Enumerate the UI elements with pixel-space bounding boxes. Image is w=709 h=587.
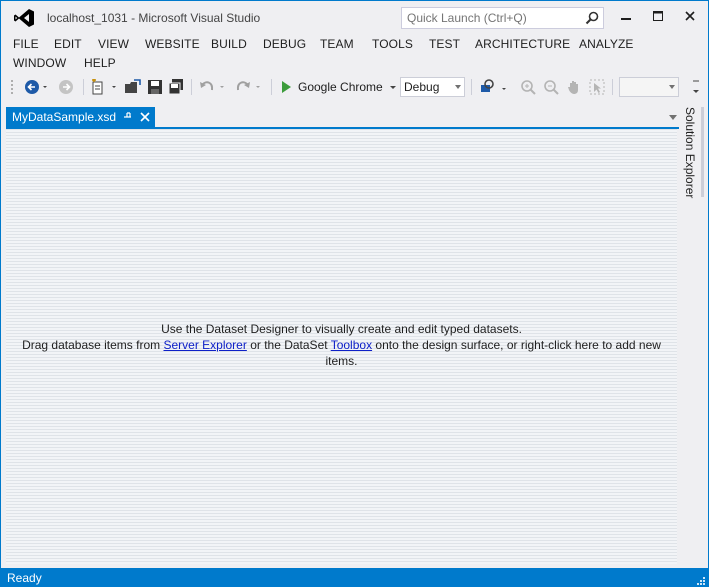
- dataset-designer-surface[interactable]: Use the Dataset Designer to visually cre…: [6, 129, 677, 564]
- navigate-forward-button[interactable]: [57, 77, 75, 97]
- toolbar-overflow-button[interactable]: [691, 77, 701, 97]
- designer-instructions: Use the Dataset Designer to visually cre…: [16, 321, 667, 369]
- dropdown-arrow-icon: [455, 85, 461, 89]
- tab-mydatasample-xsd[interactable]: MyDataSample.xsd: [6, 107, 155, 127]
- maximize-button[interactable]: [645, 5, 671, 27]
- menu-tools[interactable]: TOOLS: [372, 35, 413, 53]
- pointer-icon: [589, 79, 605, 95]
- menu-analyze[interactable]: ANALYZE: [579, 35, 634, 53]
- undo-button[interactable]: [197, 77, 229, 97]
- designer-text-b: or the DataSet: [246, 338, 331, 352]
- resize-grip-icon[interactable]: [696, 576, 706, 586]
- designer-text-a: Drag database items from: [22, 338, 164, 352]
- save-all-icon: [168, 79, 183, 95]
- vs-window: localhost_1031 - Microsoft Visual Studio…: [0, 0, 709, 587]
- hand-icon: [568, 81, 578, 94]
- search-icon[interactable]: [585, 11, 599, 25]
- select-pointer-button[interactable]: [588, 77, 606, 97]
- solution-configuration-select[interactable]: Debug: [400, 77, 465, 97]
- undo-icon: [200, 81, 224, 91]
- quick-launch-box[interactable]: [401, 7, 604, 29]
- open-file-button[interactable]: [123, 77, 143, 97]
- tab-label: MyDataSample.xsd: [12, 110, 117, 124]
- menu-architecture[interactable]: ARCHITECTURE: [475, 35, 570, 53]
- menu-file[interactable]: FILE: [13, 35, 39, 53]
- quick-launch-input[interactable]: [402, 8, 577, 28]
- menu-window[interactable]: WINDOW: [13, 54, 66, 72]
- standard-toolbar: Google Chrome Debug: [1, 73, 708, 101]
- redo-button[interactable]: [233, 77, 265, 97]
- title-bar: localhost_1031 - Microsoft Visual Studio: [1, 1, 708, 33]
- designer-line-2: Drag database items from Server Explorer…: [16, 337, 667, 369]
- status-bar: Ready: [1, 568, 708, 587]
- toolbar-separator: [191, 79, 192, 95]
- redo-icon: [236, 81, 260, 91]
- open-folder-icon: [125, 79, 141, 93]
- toolbar-separator: [612, 79, 613, 95]
- close-window-button[interactable]: [677, 5, 703, 27]
- save-button[interactable]: [146, 77, 164, 97]
- server-explorer-link[interactable]: Server Explorer: [163, 338, 246, 352]
- menu-help[interactable]: HELP: [84, 54, 116, 72]
- toolbar-separator: [471, 79, 472, 95]
- menu-view[interactable]: VIEW: [98, 35, 129, 53]
- find-in-files-button[interactable]: [477, 77, 511, 97]
- visual-studio-logo-icon: [14, 9, 34, 27]
- close-window-icon: [685, 11, 695, 21]
- dropdown-arrow-icon: [669, 85, 675, 89]
- menu-team[interactable]: TEAM: [320, 35, 354, 53]
- zoom-out-icon: [544, 80, 559, 95]
- start-debugging-button[interactable]: Google Chrome: [279, 77, 398, 97]
- solution-explorer-tab[interactable]: Solution Explorer: [681, 107, 703, 207]
- designer-line-1: Use the Dataset Designer to visually cre…: [161, 322, 522, 336]
- save-icon: [148, 80, 162, 94]
- navigate-back-button[interactable]: [23, 77, 49, 97]
- toolbar-separator: [271, 79, 272, 95]
- minimize-icon: [621, 18, 631, 20]
- save-all-button[interactable]: [167, 77, 185, 97]
- designer-text-c: onto the design surface, or right-click …: [325, 338, 661, 368]
- back-arrow-icon: [25, 80, 47, 94]
- side-panel-indicator: [701, 107, 704, 197]
- toolbox-link[interactable]: Toolbox: [331, 338, 372, 352]
- play-icon: [282, 81, 291, 93]
- pan-button[interactable]: [565, 77, 583, 97]
- zoom-in-icon: [521, 80, 536, 95]
- toolbar-overflow-icon: [693, 80, 699, 93]
- toolbar-separator: [83, 79, 84, 95]
- new-project-icon: [92, 79, 116, 95]
- solution-explorer-label: Solution Explorer: [683, 107, 697, 199]
- find-icon: [481, 79, 506, 92]
- chevron-down-icon[interactable]: [388, 82, 398, 92]
- close-icon[interactable]: [139, 111, 151, 123]
- zoom-in-button[interactable]: [519, 77, 537, 97]
- status-text: Ready: [7, 571, 42, 585]
- document-tab-strip: MyDataSample.xsd: [6, 107, 679, 129]
- new-project-button[interactable]: [89, 77, 119, 97]
- disabled-combo[interactable]: [619, 77, 679, 97]
- menu-test[interactable]: TEST: [429, 35, 460, 53]
- grip-icon: [11, 80, 13, 94]
- zoom-out-button[interactable]: [542, 77, 560, 97]
- forward-arrow-icon: [59, 80, 73, 94]
- window-title: localhost_1031 - Microsoft Visual Studio: [47, 11, 261, 25]
- pin-icon[interactable]: [123, 111, 133, 123]
- minimize-button[interactable]: [613, 5, 639, 27]
- run-target-label: Google Chrome: [298, 80, 383, 94]
- configuration-value: Debug: [404, 80, 440, 94]
- menu-website[interactable]: WEBSITE: [145, 35, 200, 53]
- maximize-icon: [653, 11, 663, 21]
- toolbar-grip[interactable]: [9, 77, 15, 97]
- menu-debug[interactable]: DEBUG: [263, 35, 306, 53]
- menu-build[interactable]: BUILD: [211, 35, 247, 53]
- tab-dropdown-icon[interactable]: [669, 115, 677, 120]
- menu-edit[interactable]: EDIT: [54, 35, 82, 53]
